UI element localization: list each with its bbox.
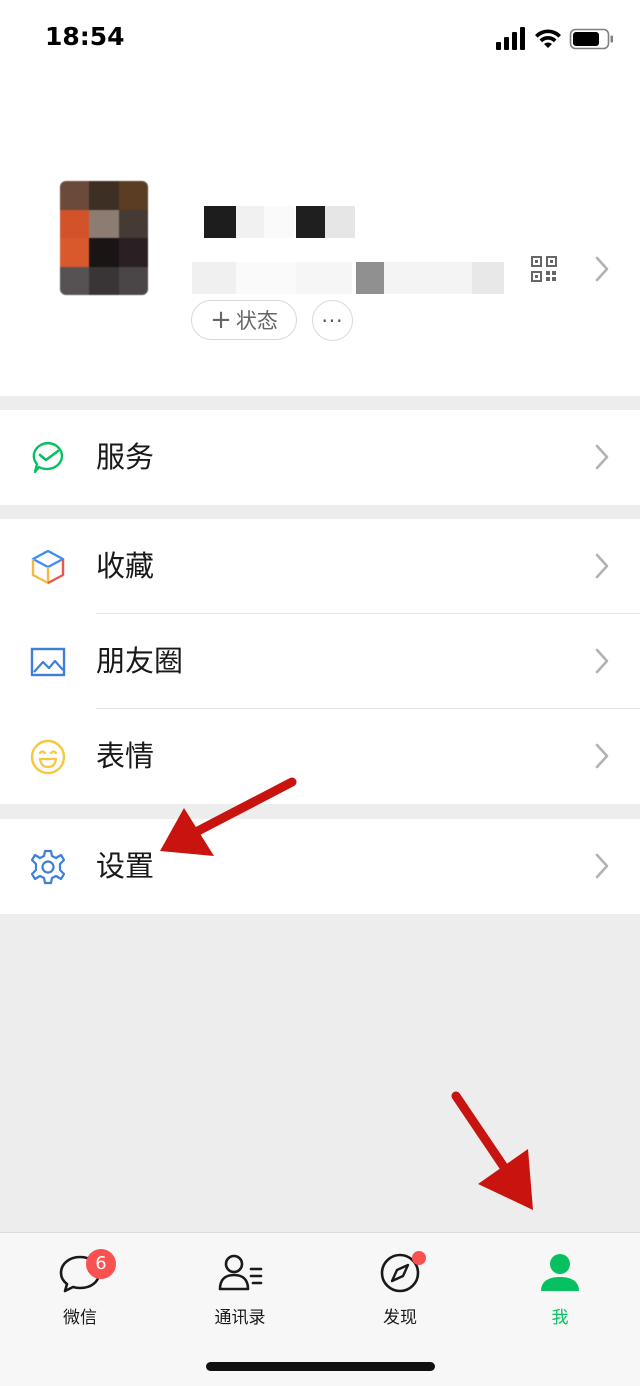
menu-item-label: 设置: [96, 849, 155, 883]
menu-item-settings[interactable]: 设置: [0, 819, 640, 914]
notification-dot: [412, 1251, 426, 1265]
qr-code-icon[interactable]: [531, 256, 557, 286]
moments-image-icon: [29, 643, 67, 681]
person-icon: [541, 1254, 579, 1291]
chevron-right-icon[interactable]: [594, 256, 610, 286]
gear-icon: [29, 848, 67, 886]
contacts-icon: [218, 1254, 263, 1291]
smiley-face-icon: [29, 738, 67, 776]
menu-group-services: 服务: [0, 410, 640, 505]
more-dots-icon: ···: [321, 308, 344, 333]
chevron-right-icon: [594, 743, 610, 773]
status-button-label: 状态: [235, 309, 278, 333]
home-indicator: [206, 1362, 435, 1371]
menu-group-content: 收藏 朋友圈 表情: [0, 519, 640, 804]
chevron-right-icon: [594, 853, 610, 883]
cellular-signal-icon: [496, 27, 525, 50]
more-button[interactable]: ···: [312, 300, 353, 341]
chevron-right-icon: [594, 648, 610, 678]
menu-item-moments[interactable]: 朋友圈: [0, 614, 640, 709]
chevron-right-icon: [594, 553, 610, 583]
menu-item-services[interactable]: 服务: [0, 410, 640, 505]
add-status-button[interactable]: + 状态: [191, 300, 297, 340]
status-icons: [496, 26, 616, 56]
tab-discover[interactable]: 发现: [340, 1251, 460, 1331]
tab-contacts[interactable]: 通讯录: [180, 1251, 300, 1331]
status-bar: 18:54: [0, 0, 640, 80]
avatar[interactable]: [60, 181, 148, 295]
plus-icon: +: [210, 305, 232, 335]
menu-item-label: 收藏: [96, 549, 155, 583]
services-icon: [29, 439, 67, 477]
menu-item-label: 服务: [96, 440, 155, 474]
tab-me[interactable]: 我: [500, 1251, 620, 1331]
tab-label: 我: [551, 1308, 569, 1328]
wechat-id-redacted: [192, 262, 512, 294]
arrow-to-me-tab-icon: [451, 1091, 533, 1210]
nickname-redacted: [204, 206, 364, 238]
menu-item-favorites[interactable]: 收藏: [0, 519, 640, 614]
menu-item-stickers[interactable]: 表情: [0, 709, 640, 804]
unread-badge: 6: [86, 1249, 116, 1279]
chevron-right-icon: [594, 444, 610, 474]
tab-label: 通讯录: [214, 1308, 266, 1328]
profile-header[interactable]: + 状态 ···: [0, 80, 640, 396]
status-time: 18:54: [45, 22, 125, 51]
menu-group-settings: 设置: [0, 819, 640, 914]
tab-label: 微信: [63, 1308, 97, 1328]
wifi-icon: [535, 29, 561, 48]
menu-item-label: 朋友圈: [96, 644, 184, 678]
battery-icon: [569, 28, 613, 50]
menu-item-label: 表情: [96, 739, 155, 773]
tab-chats[interactable]: 微信 6: [20, 1249, 140, 1331]
tab-label: 发现: [383, 1308, 417, 1328]
favorites-cube-icon: [29, 548, 67, 586]
